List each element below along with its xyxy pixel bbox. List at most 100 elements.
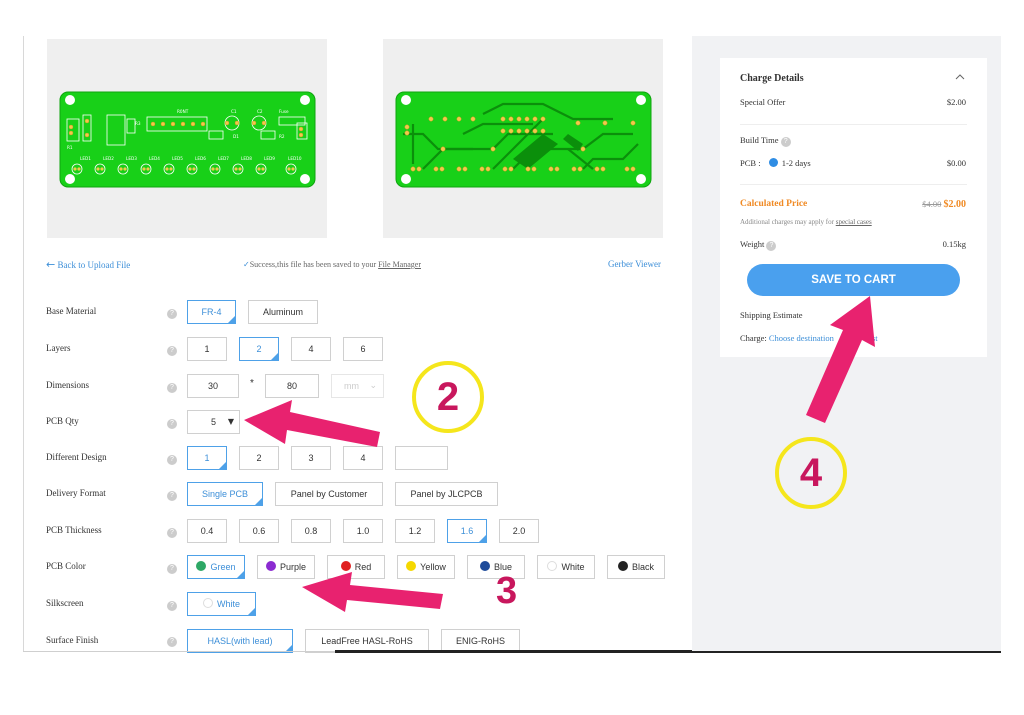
dimension-width-input[interactable]: 30 [187,374,239,398]
label-layers: Layers [46,343,71,353]
help-icon[interactable]: ? [167,383,177,393]
pcb-back-preview [383,39,663,238]
design-custom-input[interactable] [395,446,448,470]
pcb-build-row: PCB : 1-2 days [740,158,811,168]
label-base-material: Base Material [46,306,97,316]
success-message: ✓Success,this file has been saved to you… [243,260,421,269]
option-hasl-with-lead[interactable]: HASL(with lead) [187,629,293,653]
special-offer-label: Special Offer [740,97,786,107]
chevron-down-icon: ⌄ [369,381,377,391]
led-label: LED10 [288,156,302,161]
save-to-cart-button[interactable]: SAVE TO CART [747,264,960,296]
option-layers-6[interactable]: 6 [343,337,383,361]
blue-swatch-icon [479,561,490,571]
option-design-4[interactable]: 4 [343,446,383,470]
option-panel-by-jlcpcb[interactable]: Panel by JLCPCB [395,482,498,506]
first-text: first [863,333,878,343]
annotation-step-4: 4 [775,437,847,509]
label-different-design: Different Design [46,452,107,462]
option-fr4[interactable]: FR-4 [187,300,236,324]
bottom-divider [23,651,335,652]
color-label: Green [210,562,236,572]
option-single-pcb[interactable]: Single PCB [187,482,263,506]
annotation-step-3: 3 [496,570,518,612]
option-thickness-1-0[interactable]: 1.0 [343,519,383,543]
option-color-yellow[interactable]: Yellow [397,555,455,579]
option-layers-1[interactable]: 1 [187,337,227,361]
option-thickness-0-8[interactable]: 0.8 [291,519,331,543]
dimension-height-input[interactable]: 80 [265,374,319,398]
arrow-left-icon: ← [46,258,56,271]
option-design-3[interactable]: 3 [291,446,331,470]
success-text: Success,this file has been saved to your [249,260,377,269]
charge-details-title: Charge Details [740,73,804,84]
label-silkscreen: Silkscreen [46,598,84,608]
option-layers-4[interactable]: 4 [291,337,331,361]
dimension-unit-select[interactable]: mm ⌄ [331,374,384,398]
radio-selected-icon[interactable] [768,158,778,167]
help-icon[interactable]: ? [167,346,177,356]
pcb-build-value: $0.00 [946,158,966,168]
help-icon[interactable]: ? [167,309,177,319]
back-to-upload-link[interactable]: ← Back to Upload File [46,258,130,271]
help-icon[interactable]: ? [780,137,791,147]
pcb-build-label: PCB : [740,158,761,168]
color-label: Purple [279,562,306,572]
black-swatch-icon [617,561,628,571]
help-icon[interactable]: ? [167,637,177,647]
chevron-up-icon[interactable] [955,72,965,82]
annotation-step-2: 2 [412,361,484,433]
build-time-label: Build Time ? [740,135,791,147]
help-icon[interactable]: ? [167,601,177,611]
led-label: LED8 [241,156,252,161]
option-design-2[interactable]: 2 [239,446,279,470]
option-color-white[interactable]: White [537,555,595,579]
special-cases-link[interactable]: special cases [836,218,872,226]
help-icon[interactable]: ? [167,564,177,574]
option-color-black[interactable]: Black [607,555,665,579]
option-panel-by-customer[interactable]: Panel by Customer [275,482,383,506]
help-icon[interactable]: ? [766,241,777,251]
help-icon[interactable]: ? [167,528,177,538]
shipping-charge-row: Charge: Choose destination first [740,333,878,343]
label-pcb-thickness: PCB Thickness [46,525,102,535]
option-thickness-2-0[interactable]: 2.0 [499,519,539,543]
option-aluminum[interactable]: Aluminum [248,300,318,324]
option-thickness-1-6[interactable]: 1.6 [447,519,487,543]
caret-down-icon: ▼ [227,417,234,426]
shipping-estimate-label: Shipping Estimate [740,310,803,320]
pcb-front-preview: R0NT C1 C2 Fuse R1 R3 D1 R2 LED1 LED2 LE… [47,39,327,238]
silkscreen-label: White [216,599,240,609]
option-silkscreen-white[interactable]: White [187,592,256,616]
gerber-viewer-link[interactable]: Gerber Viewer [608,259,661,269]
silk-label-mid-1: R2 [279,134,285,139]
label-dimensions: Dimensions [46,380,90,390]
option-layers-2[interactable]: 2 [239,337,279,361]
weight-label: Weight ? [740,239,777,251]
file-manager-link[interactable]: File Manager [378,260,421,269]
help-icon[interactable]: ? [167,455,177,465]
help-icon[interactable]: ? [167,491,177,501]
option-color-green[interactable]: Green [187,555,245,579]
silk-label-2: C2 [257,109,263,114]
option-thickness-0-6[interactable]: 0.6 [239,519,279,543]
pcb-qty-select[interactable]: 5 ▼ [187,410,240,434]
led-label: LED7 [218,156,229,161]
led-label: LED6 [195,156,206,161]
help-icon[interactable]: ? [167,419,177,429]
silk-label-side-0: R1 [67,145,73,150]
option-color-purple[interactable]: Purple [257,555,315,579]
option-color-red[interactable]: Red [327,555,385,579]
checkmark-icon: ✓ [243,260,250,269]
option-thickness-0-4[interactable]: 0.4 [187,519,227,543]
white-swatch-icon [547,561,558,571]
option-thickness-1-2[interactable]: 1.2 [395,519,435,543]
led-label: LED1 [80,156,91,161]
label-pcb-color: PCB Color [46,561,86,571]
option-design-1[interactable]: 1 [187,446,227,470]
silk-label-0: R0NT [177,109,189,114]
silk-label-mid-0: D1 [233,134,239,139]
green-swatch-icon [196,561,207,571]
choose-destination-link[interactable]: Choose destination [769,333,834,343]
additional-charges-note: Additional charges may apply for special… [740,218,872,226]
